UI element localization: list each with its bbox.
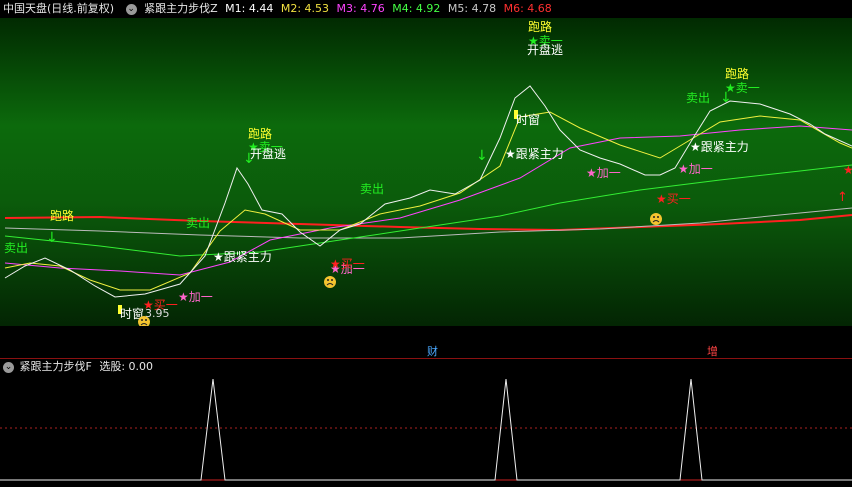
main-chart-area[interactable]: 卖出 ↓ 卖出 卖出 ↓ 卖出 ↓ ↓ 跑路 跑路 跑路 跑路 ★卖一 ★卖一 … (0, 18, 852, 328)
label-timing-2: 时窗 (516, 113, 540, 127)
label-open-escape-2: 开盘逃 (527, 42, 563, 57)
pick-value: 选股: 0.00 (99, 360, 154, 373)
label-add-one-4: ★加一 (678, 162, 713, 176)
indicator-panel[interactable] (0, 375, 852, 483)
green-ma-line (4, 164, 852, 257)
arrow-up-icon: ↑ (837, 190, 848, 205)
ma2-value: M2: 4.53 (280, 2, 330, 15)
label-run-4: 跑路 (725, 66, 749, 81)
finance-tag[interactable]: 财 (427, 343, 438, 359)
label-add-one-1: ★加一 (178, 290, 213, 304)
ma3-value: M3: 4.76 (336, 2, 385, 15)
label-sell-one-3: ★卖一 (725, 81, 760, 95)
label-sell-2: 卖出 (186, 216, 210, 230)
label-add-one-3: ★加一 (586, 166, 621, 180)
ma4-value: M4: 4.92 (392, 2, 441, 15)
sad-face-icon (324, 276, 336, 288)
increase-tag[interactable]: 增 (707, 343, 718, 359)
signal-line (0, 378, 852, 481)
label-run-3: 跑路 (528, 19, 552, 34)
sad-face-icon (650, 213, 662, 225)
label-run-2: 跑路 (248, 126, 272, 141)
label-sell-4: 卖出 (686, 91, 710, 105)
indicator-header: ⌄ 紧跟主力步伐F 选股: 0.00 (0, 359, 852, 375)
stock-title[interactable]: 中国天盘(日线.前复权) (3, 2, 114, 15)
ma5-value: M5: 4.78 (447, 2, 497, 15)
label-sell-1: 卖出 (4, 241, 28, 255)
yellow-ma-line (4, 111, 852, 291)
label-follow-1: ★跟紧主力 (213, 250, 272, 264)
arrow-down-icon: ↓ (46, 230, 58, 246)
red-ma-line (4, 214, 852, 232)
indicator-title[interactable]: 紧跟主力步伐F (20, 360, 92, 373)
ma1-value: M1: 4.44 (225, 2, 274, 15)
arrow-down-icon: ↓ (476, 148, 488, 164)
label-sell-3: 卖出 (360, 182, 384, 196)
low-price-label: 3.95 (145, 307, 170, 320)
label-follow-3: ★跟紧主力 (690, 140, 749, 154)
info-strip (0, 326, 852, 359)
chart-header: 中国天盘(日线.前复权) ⌄ 紧跟主力步伐Z M1: 4.44 M2: 4.53… (0, 0, 852, 18)
indicator-svg (0, 378, 852, 481)
label-run-1: 跑路 (50, 208, 74, 223)
white-price-line (4, 85, 852, 298)
indicator-name[interactable]: 紧跟主力步伐Z (144, 2, 218, 15)
ma6-value: M6: 4.68 (503, 2, 552, 15)
label-open-escape-1: 开盘逃 (250, 146, 286, 161)
main-chart-svg: 卖出 ↓ 卖出 卖出 ↓ 卖出 ↓ ↓ 跑路 跑路 跑路 跑路 ★卖一 ★卖一 … (4, 19, 852, 328)
label-follow-2: ★跟紧主力 (505, 147, 564, 161)
label-buy-one-2: ★买一 (330, 257, 365, 271)
star-icon: ★ (843, 163, 852, 177)
chevron-down-icon[interactable]: ⌄ (125, 3, 137, 15)
label-buy-one-3: ★买一 (656, 192, 691, 206)
chevron-down-icon[interactable]: ⌄ (3, 361, 14, 373)
